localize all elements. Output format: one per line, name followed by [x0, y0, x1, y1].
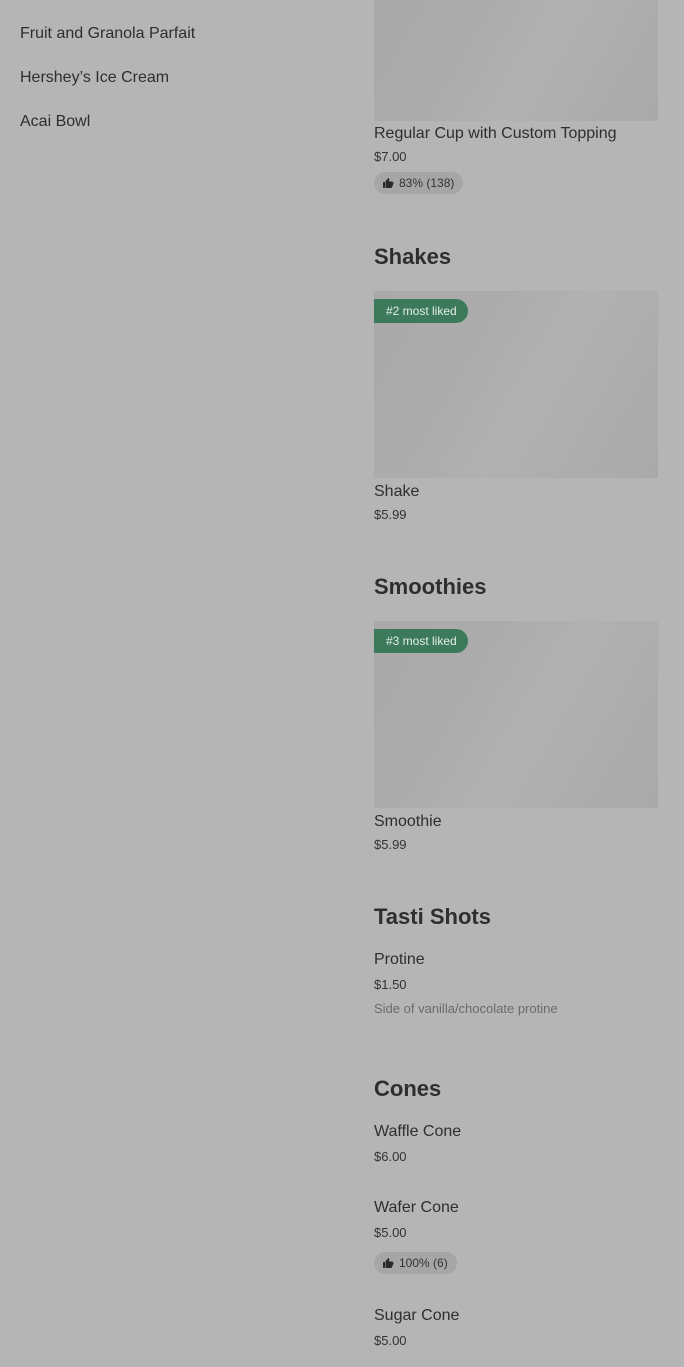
item-price: $6.00	[374, 1149, 407, 1164]
rating-badge: 100% (6)	[374, 1252, 457, 1274]
item-image: #3 most liked	[374, 621, 658, 808]
sidebar-item-hersheys-ice-cream[interactable]: Hershey’s Ice Cream	[20, 69, 169, 87]
item-image	[374, 0, 658, 121]
most-liked-badge: #2 most liked	[374, 299, 468, 323]
rating-text: 83% (138)	[399, 176, 455, 190]
item-price: $5.00	[374, 1333, 407, 1348]
section-title-cones: Cones	[374, 1076, 442, 1101]
rating-text: 100% (6)	[399, 1256, 448, 1270]
item-price: $5.00	[374, 1225, 407, 1240]
item-name: Protine	[374, 951, 425, 968]
rating-badge: 83% (138)	[374, 172, 464, 194]
section-title-shakes: Shakes	[374, 244, 452, 269]
thumbs-up-icon	[383, 178, 394, 188]
sidebar-item-fruit-and-granola-parfait[interactable]: Fruit and Granola Parfait	[20, 25, 195, 43]
item-price: $5.99	[374, 837, 407, 852]
item-price: $1.50	[374, 977, 407, 992]
item-name: Smoothie	[374, 813, 442, 830]
item-name: Sugar Cone	[374, 1307, 460, 1324]
item-price: $7.00	[374, 149, 407, 164]
item-description: Side of vanilla/chocolate protine	[374, 1001, 558, 1016]
sidebar-item-acai-bowl[interactable]: Acai Bowl	[20, 113, 90, 131]
section-title-smoothies: Smoothies	[374, 574, 487, 599]
item-price: $5.99	[374, 507, 407, 522]
thumbs-up-icon	[383, 1258, 394, 1268]
item-name: Shake	[374, 483, 420, 500]
item-name: Regular Cup with Custom Topping	[374, 125, 617, 142]
item-name: Waffle Cone	[374, 1123, 462, 1140]
item-image: #2 most liked	[374, 291, 658, 478]
section-title-tasti-shots: Tasti Shots	[374, 904, 491, 929]
item-name: Wafer Cone	[374, 1199, 459, 1216]
most-liked-badge: #3 most liked	[374, 629, 468, 653]
